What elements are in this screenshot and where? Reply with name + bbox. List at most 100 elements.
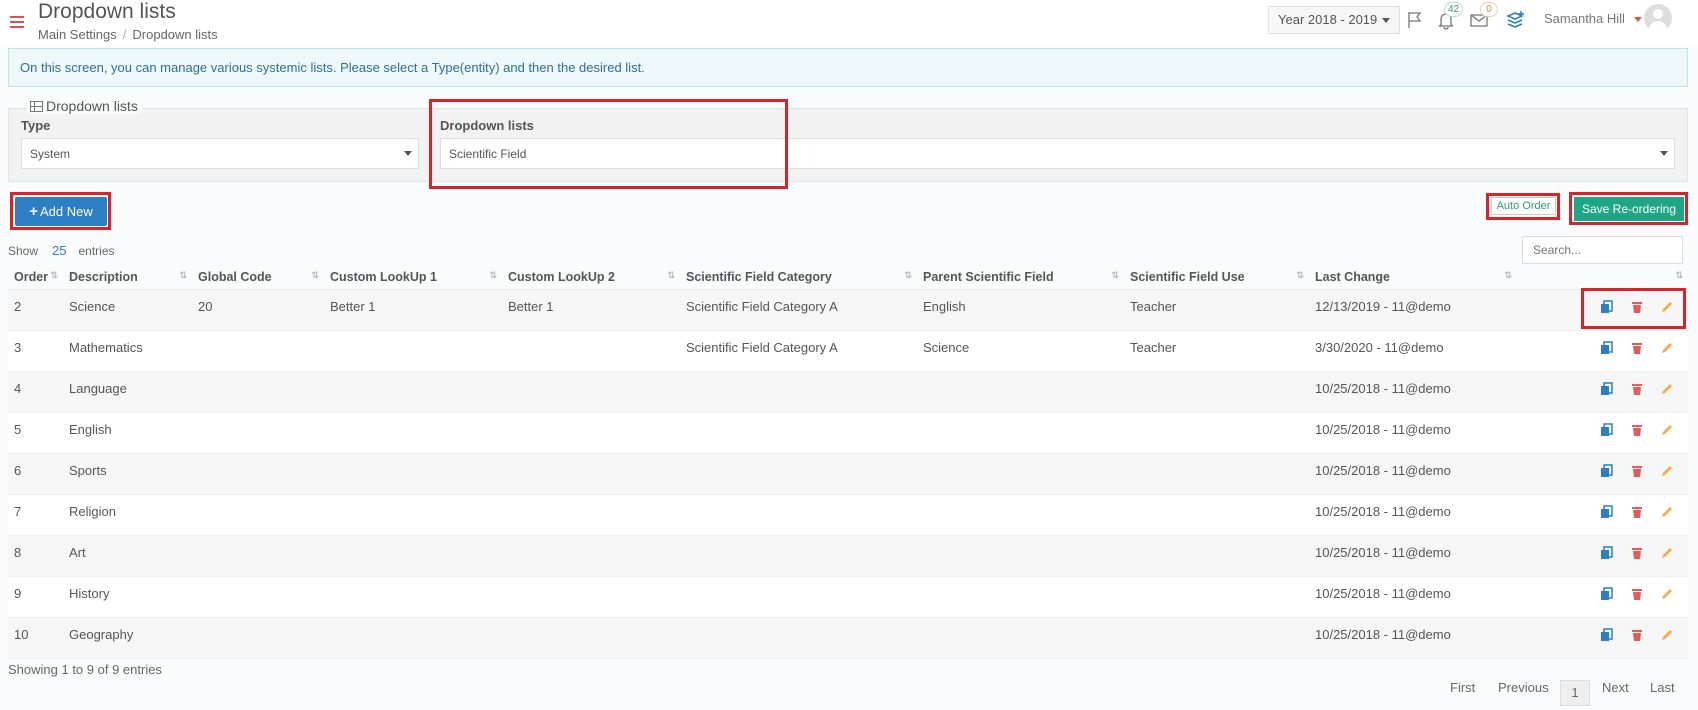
cell-global-code bbox=[192, 371, 324, 413]
column-header-custom-lookup-1[interactable]: Custom LookUp 1 ⇅ bbox=[324, 266, 502, 290]
flag-icon[interactable] bbox=[1405, 10, 1425, 30]
column-header-global-code[interactable]: Global Code ⇅ bbox=[192, 266, 324, 290]
trash-icon[interactable] bbox=[1628, 464, 1644, 478]
cell-custom-lookup-2 bbox=[502, 371, 680, 413]
table-row[interactable]: 2 Science 20 Better 1 Better 1 Scientific Fie… bbox=[8, 289, 1688, 331]
sort-icon: ⇅ bbox=[179, 270, 186, 280]
cell-scientific-field-category bbox=[680, 535, 917, 577]
user-menu-chevron-icon[interactable] bbox=[1634, 17, 1642, 22]
column-header-description[interactable]: Description ⇅ bbox=[63, 266, 192, 290]
copy-icon[interactable] bbox=[1598, 587, 1614, 601]
pencil-icon[interactable] bbox=[1658, 423, 1674, 437]
pager-first[interactable]: First bbox=[1450, 680, 1475, 695]
avatar[interactable] bbox=[1644, 4, 1672, 32]
copy-icon[interactable] bbox=[1598, 341, 1614, 355]
table-row[interactable]: 10 Geography 10/25/2018 - 11@demo bbox=[8, 617, 1688, 659]
type-select[interactable]: System bbox=[21, 138, 419, 169]
trash-icon[interactable] bbox=[1628, 587, 1644, 601]
column-header-scientific-field-use[interactable]: Scientific Field Use ⇅ bbox=[1124, 266, 1309, 290]
table-row[interactable]: 7 Religion 10/25/2018 - 11@demo bbox=[8, 494, 1688, 536]
pencil-icon[interactable] bbox=[1658, 464, 1674, 478]
layers-add-icon[interactable] bbox=[1506, 10, 1526, 30]
user-name[interactable]: Samantha Hill bbox=[1544, 11, 1625, 26]
table-row[interactable]: 3 Mathematics Scientific Field Category AS… bbox=[8, 330, 1688, 372]
cell-parent-scientific-field: Science bbox=[917, 330, 1124, 372]
column-header-actions: ⇅ bbox=[1517, 266, 1688, 290]
pencil-icon[interactable] bbox=[1658, 587, 1674, 601]
pager-previous[interactable]: Previous bbox=[1498, 680, 1549, 695]
row-actions bbox=[1517, 453, 1688, 495]
sort-icon: ⇅ bbox=[50, 270, 57, 280]
bell-icon[interactable]: 42 bbox=[1436, 2, 1464, 30]
table-row[interactable]: 9 History 10/25/2018 - 11@demo bbox=[8, 576, 1688, 618]
dropdown-items-table: Order ⇅ Description ⇅ Global Code ⇅ Custom … bbox=[8, 266, 1688, 659]
table-row[interactable]: 4 Language 10/25/2018 - 11@demo bbox=[8, 371, 1688, 413]
row-actions bbox=[1517, 535, 1688, 577]
trash-icon[interactable] bbox=[1628, 423, 1644, 437]
column-header-last-change[interactable]: Last Change ⇅ bbox=[1309, 266, 1517, 290]
cell-scientific-field-use: Teacher bbox=[1124, 330, 1309, 372]
page-size-select[interactable]: 25 bbox=[52, 243, 66, 258]
pager-last[interactable]: Last bbox=[1650, 680, 1675, 695]
type-label: Type bbox=[21, 118, 51, 133]
pencil-icon[interactable] bbox=[1658, 341, 1674, 355]
sort-icon: ⇅ bbox=[1504, 270, 1511, 280]
cell-custom-lookup-1 bbox=[324, 412, 502, 454]
cell-scientific-field-use bbox=[1124, 412, 1309, 454]
cell-custom-lookup-2 bbox=[502, 412, 680, 454]
copy-icon[interactable] bbox=[1598, 546, 1614, 560]
cell-global-code bbox=[192, 453, 324, 495]
cell-scientific-field-use bbox=[1124, 576, 1309, 618]
trash-icon[interactable] bbox=[1628, 505, 1644, 519]
table-row[interactable]: 6 Sports 10/25/2018 - 11@demo bbox=[8, 453, 1688, 495]
cell-global-code bbox=[192, 617, 324, 659]
column-header-order[interactable]: Order ⇅ bbox=[8, 266, 63, 290]
pencil-icon[interactable] bbox=[1658, 505, 1674, 519]
cell-custom-lookup-2 bbox=[502, 535, 680, 577]
cell-custom-lookup-2 bbox=[502, 576, 680, 618]
breadcrumb-dropdown-lists: Dropdown lists bbox=[132, 27, 218, 42]
highlight-row-actions bbox=[1581, 288, 1686, 329]
pager-next[interactable]: Next bbox=[1602, 680, 1629, 695]
breadcrumb: Main Settings / Dropdown lists bbox=[38, 27, 218, 42]
cell-global-code bbox=[192, 412, 324, 454]
pencil-icon[interactable] bbox=[1658, 628, 1674, 642]
cell-description: Science bbox=[63, 289, 192, 331]
column-header-custom-lookup-2[interactable]: Custom LookUp 2 ⇅ bbox=[502, 266, 680, 290]
cell-scientific-field-use bbox=[1124, 617, 1309, 659]
highlight-save-reordering bbox=[1569, 192, 1688, 225]
chevron-down-icon bbox=[1660, 151, 1668, 156]
cell-parent-scientific-field: English bbox=[917, 289, 1124, 331]
sort-icon: ⇅ bbox=[1675, 270, 1682, 280]
search-input[interactable] bbox=[1522, 236, 1683, 264]
copy-icon[interactable] bbox=[1598, 628, 1614, 642]
trash-icon[interactable] bbox=[1628, 382, 1644, 396]
column-header-scientific-field-category[interactable]: Scientific Field Category ⇅ bbox=[680, 266, 917, 290]
trash-icon[interactable] bbox=[1628, 628, 1644, 642]
pager-current-page[interactable]: 1 bbox=[1560, 680, 1590, 706]
breadcrumb-main-settings[interactable]: Main Settings bbox=[38, 27, 117, 42]
table-row[interactable]: 5 English 10/25/2018 - 11@demo bbox=[8, 412, 1688, 454]
copy-icon[interactable] bbox=[1598, 505, 1614, 519]
menu-icon[interactable] bbox=[10, 16, 24, 28]
pencil-icon[interactable] bbox=[1658, 382, 1674, 396]
envelope-icon[interactable]: 0 bbox=[1469, 2, 1498, 30]
row-actions bbox=[1517, 617, 1688, 659]
cell-global-code: 20 bbox=[192, 289, 324, 331]
cell-description: Language bbox=[63, 371, 192, 413]
cell-custom-lookup-2: Better 1 bbox=[502, 289, 680, 331]
copy-icon[interactable] bbox=[1598, 464, 1614, 478]
pencil-icon[interactable] bbox=[1658, 546, 1674, 560]
sort-icon: ⇅ bbox=[1296, 270, 1303, 280]
table-row[interactable]: 8 Art 10/25/2018 - 11@demo bbox=[8, 535, 1688, 577]
column-header-parent-scientific-field[interactable]: Parent Scientific Field ⇅ bbox=[917, 266, 1124, 290]
trash-icon[interactable] bbox=[1628, 546, 1644, 560]
sort-icon: ⇅ bbox=[489, 270, 496, 280]
cell-custom-lookup-2 bbox=[502, 617, 680, 659]
cell-parent-scientific-field bbox=[917, 453, 1124, 495]
copy-icon[interactable] bbox=[1598, 382, 1614, 396]
trash-icon[interactable] bbox=[1628, 341, 1644, 355]
cell-order: 9 bbox=[8, 576, 63, 618]
copy-icon[interactable] bbox=[1598, 423, 1614, 437]
year-select[interactable]: Year 2018 - 2019 bbox=[1268, 6, 1401, 34]
